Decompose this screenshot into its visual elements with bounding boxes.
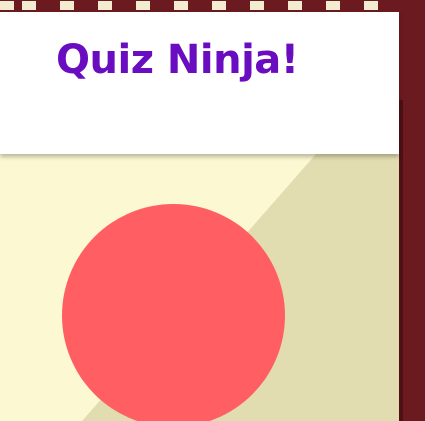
right-frame-shadow xyxy=(399,100,403,421)
stripe-dash xyxy=(136,1,150,10)
stripe-dash xyxy=(98,1,112,10)
target-circle[interactable] xyxy=(62,204,285,421)
stripe-dash xyxy=(60,1,74,10)
stripe-dash xyxy=(250,1,264,10)
stripe-dash xyxy=(22,1,36,10)
stripe-dash xyxy=(174,1,188,10)
top-decorative-stripe xyxy=(0,0,400,12)
stripe-dash xyxy=(364,1,378,10)
game-stage xyxy=(0,154,399,421)
stripe-dash xyxy=(288,1,302,10)
page-title: Quiz Ninja! xyxy=(56,37,299,83)
right-frame-rail xyxy=(400,0,425,421)
stripe-dash xyxy=(0,1,14,10)
header-card: Quiz Ninja! xyxy=(0,12,399,154)
stripe-dash xyxy=(326,1,340,10)
stripe-dash xyxy=(212,1,226,10)
